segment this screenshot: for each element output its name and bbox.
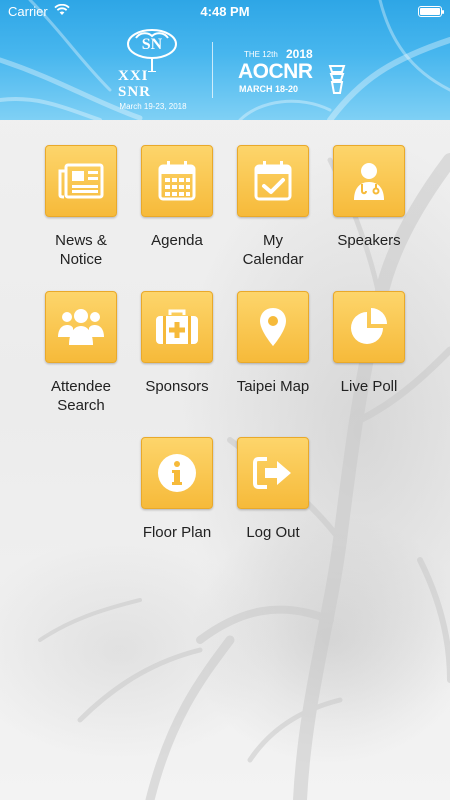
menu-label: Attendee Search <box>50 378 112 414</box>
newspaper-icon <box>58 163 104 199</box>
calendar-grid-icon <box>158 161 196 201</box>
menu-label: Sponsors <box>145 378 209 395</box>
info-icon <box>158 454 196 492</box>
menu-grid: News & Notice Agenda My Calendar Speaker… <box>0 0 450 800</box>
menu-item-attendee-search[interactable]: Attendee Search <box>33 291 129 415</box>
group-icon <box>58 309 104 345</box>
menu-tile-sponsors[interactable] <box>141 291 213 363</box>
menu-label: Live Poll <box>340 378 398 395</box>
menu-tile-floor-plan[interactable] <box>141 437 213 509</box>
logout-icon <box>253 457 291 489</box>
menu-label: Taipei Map <box>236 378 310 395</box>
menu-label: Speakers <box>337 232 401 249</box>
menu-item-my-calendar[interactable]: My Calendar <box>225 145 321 269</box>
map-pin-icon <box>260 308 286 346</box>
menu-label: News & Notice <box>55 232 107 268</box>
menu-item-sponsors[interactable]: Sponsors <box>129 291 225 396</box>
menu-label: Floor Plan <box>142 524 212 541</box>
menu-item-floor-plan[interactable]: Floor Plan <box>129 437 225 542</box>
menu-tile-live-poll[interactable] <box>333 291 405 363</box>
menu-item-agenda[interactable]: Agenda <box>129 145 225 250</box>
menu-label: Agenda <box>151 232 203 249</box>
menu-tile-agenda[interactable] <box>141 145 213 217</box>
menu-item-live-poll[interactable]: Live Poll <box>321 291 417 396</box>
menu-item-speakers[interactable]: Speakers <box>321 145 417 250</box>
menu-item-news-notice[interactable]: News & Notice <box>33 145 129 269</box>
pie-chart-icon <box>351 308 387 344</box>
doctor-icon <box>354 163 384 200</box>
menu-tile-my-calendar[interactable] <box>237 145 309 217</box>
calendar-check-icon <box>254 161 292 201</box>
medical-kit-icon <box>156 309 198 344</box>
menu-tile-attendee-search[interactable] <box>45 291 117 363</box>
menu-label: Log Out <box>246 524 300 541</box>
menu-item-taipei-map[interactable]: Taipei Map <box>225 291 321 396</box>
menu-tile-log-out[interactable] <box>237 437 309 509</box>
menu-label: My Calendar <box>242 232 304 268</box>
menu-tile-taipei-map[interactable] <box>237 291 309 363</box>
menu-tile-speakers[interactable] <box>333 145 405 217</box>
menu-item-log-out[interactable]: Log Out <box>225 437 321 542</box>
menu-tile-news-notice[interactable] <box>45 145 117 217</box>
